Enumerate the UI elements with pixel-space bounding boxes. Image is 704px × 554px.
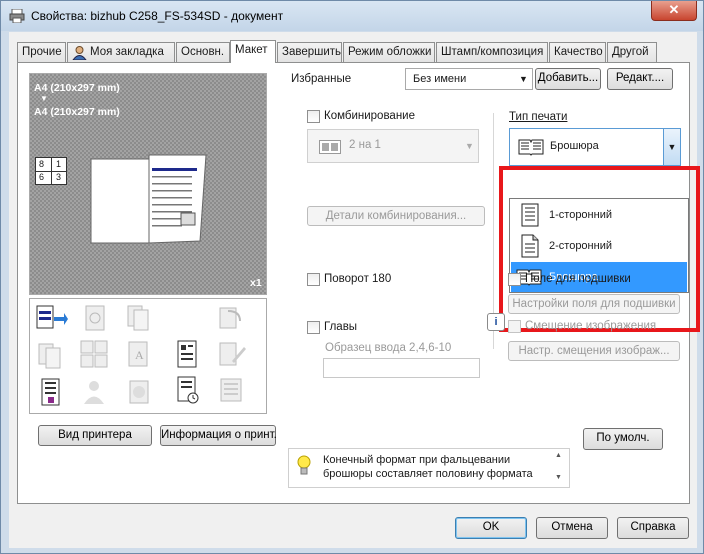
title-bar: Свойства: bizhub C258_FS-534SD - докумен…: [1, 1, 703, 31]
document-color-icon[interactable]: [34, 377, 68, 407]
page-num-6: 6: [39, 172, 45, 182]
tab-basic[interactable]: Основн.: [176, 42, 230, 62]
info-icon[interactable]: i: [487, 313, 505, 331]
tab-my-bookmark-label: Моя закладка: [90, 46, 164, 58]
tab-cover-mode[interactable]: Режим обложки: [343, 42, 435, 62]
hint-line-2: брошюры составляет половину формата: [323, 468, 533, 480]
dialog-client: Прочие Моя закладка Основн. Макет Заверш…: [9, 32, 700, 548]
booklet-icon: [518, 139, 544, 156]
tab-other-2[interactable]: Другой: [607, 42, 657, 62]
binding-settings-button[interactable]: Настройки поля для подшивки: [508, 294, 680, 314]
printer-info-button[interactable]: Информация о принт.: [160, 425, 277, 446]
properties-window: Свойства: bizhub C258_FS-534SD - докумен…: [0, 0, 704, 554]
favorites-label: Избранные: [291, 73, 352, 85]
image-shift-label: Смещение изображения: [525, 320, 657, 332]
hint-scroll-down-icon[interactable]: ▼: [555, 474, 562, 481]
close-button[interactable]: ✕: [651, 1, 697, 21]
chapters-label: Главы: [324, 321, 358, 333]
preview-arrow: ▼: [40, 94, 48, 103]
preview-paper-top: A4 (210x297 mm): [34, 82, 120, 94]
print-type-value: Брошюра: [550, 140, 599, 152]
printer-settings-icon: [220, 378, 242, 402]
page-num-8: 8: [39, 159, 45, 169]
add-favorite-button[interactable]: Добавить...: [535, 68, 601, 90]
cancel-button[interactable]: Отмена: [536, 517, 608, 539]
rotate-label: Поворот 180: [324, 273, 392, 285]
page-preview: A4 (210x297 mm) ▼ A4 (210x297 mm) 8 1 6 …: [29, 73, 267, 295]
tab-layout[interactable]: Макет: [230, 40, 276, 63]
stack-pages-icon: [38, 343, 61, 369]
hint-scroll-up-icon[interactable]: ▲: [555, 452, 562, 459]
image-shift-checkbox[interactable]: [508, 320, 521, 333]
user-page-icon: [84, 381, 104, 404]
defaults-button[interactable]: По умолч.: [583, 428, 663, 450]
tab-stamp-composition[interactable]: Штамп/композиция: [436, 42, 548, 62]
booklet-preview-image: [90, 154, 207, 244]
combine-checkbox[interactable]: [307, 110, 320, 123]
window-title: Свойства: bizhub C258_FS-534SD - докумен…: [31, 9, 284, 23]
document-clock-icon[interactable]: [170, 375, 204, 405]
binding-margin-checkbox[interactable]: [508, 273, 521, 286]
chapters-input[interactable]: [323, 358, 480, 378]
preview-copies: x1: [250, 277, 262, 289]
page-num-1: 1: [56, 159, 62, 169]
chapters-checkbox[interactable]: [307, 321, 320, 334]
image-shift-settings-button[interactable]: Настр. смещения изображ...: [508, 341, 680, 361]
poster-layout-icon: [85, 305, 105, 331]
chevron-down-icon: ▼: [519, 74, 528, 84]
hint-box: Конечный формат при фальцевании брошюры …: [288, 448, 570, 488]
combine-details-button[interactable]: Детали комбинирования...: [307, 206, 485, 226]
chevron-down-icon: ▼: [663, 129, 680, 165]
hint-line-1: Конечный формат при фальцевании: [323, 454, 511, 466]
rotate-page-icon: [219, 307, 241, 329]
page-num-3: 3: [56, 172, 62, 182]
preview-paper-bottom: A4 (210x297 mm): [34, 106, 120, 118]
svg-text:A: A: [135, 348, 144, 362]
page-template-icon[interactable]: [170, 339, 204, 369]
favorites-value: Без имени: [413, 73, 467, 85]
user-icon: [72, 46, 87, 60]
printer-view-button[interactable]: Вид принтера: [38, 425, 152, 446]
combine-grid-icon: [80, 340, 108, 368]
edit-pages-icon: [219, 342, 246, 366]
chapters-example: Образец ввода 2,4,6-10: [325, 342, 452, 354]
multi-page-icon: [127, 305, 149, 331]
booklet-layout-icon[interactable]: [34, 303, 68, 333]
ok-button[interactable]: OK: [455, 517, 527, 539]
edit-favorite-button[interactable]: Редакт....: [607, 68, 673, 90]
combine-select[interactable]: 2 на 1 ▼: [307, 129, 479, 163]
combine-label: Комбинирование: [324, 110, 415, 122]
tab-quality[interactable]: Качество: [549, 42, 606, 62]
printer-icon: [9, 9, 25, 23]
font-page-icon: A: [128, 341, 148, 367]
print-type-label: Тип печати: [509, 111, 568, 123]
tab-finish[interactable]: Завершить: [277, 42, 342, 62]
tab-my-bookmark[interactable]: Моя закладка: [67, 42, 175, 62]
two-pages-icon: [319, 140, 341, 154]
overlay-icon: [129, 380, 149, 404]
rotate-checkbox[interactable]: [307, 273, 320, 286]
chevron-down-icon: ▼: [465, 141, 474, 151]
help-button[interactable]: Справка: [617, 517, 689, 539]
print-type-select[interactable]: Брошюра ▼: [509, 128, 681, 166]
tab-other[interactable]: Прочие: [17, 42, 66, 62]
favorites-select[interactable]: Без имени ▼: [405, 68, 533, 90]
layout-icons-grid: A: [29, 298, 267, 414]
page-order-indicator: 8 1 6 3: [35, 157, 67, 185]
binding-margin-label: Поле для подшивки: [525, 273, 631, 285]
lightbulb-icon: [297, 455, 311, 475]
combine-value: 2 на 1: [349, 139, 381, 151]
